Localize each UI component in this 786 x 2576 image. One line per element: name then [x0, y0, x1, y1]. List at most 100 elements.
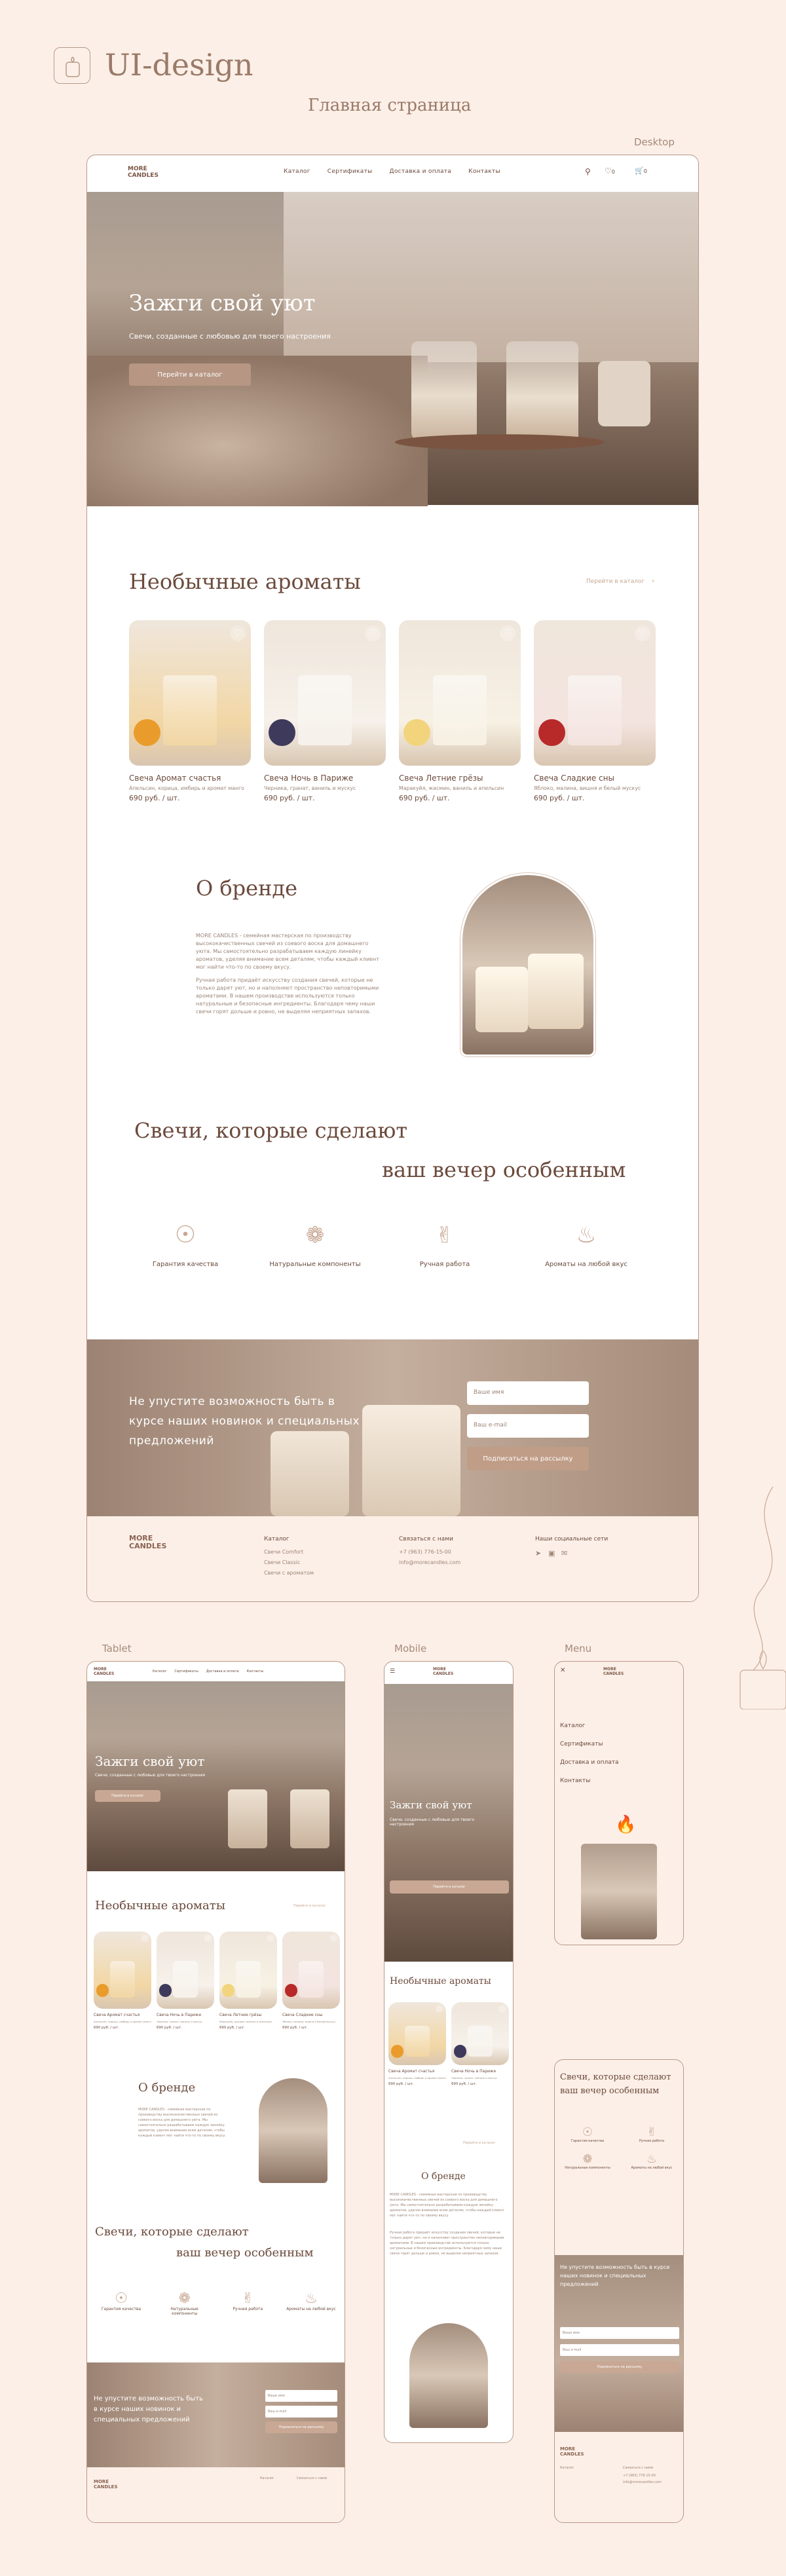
- tablet-nav-item[interactable]: Контакты: [247, 1670, 264, 1673]
- product-fruit: [403, 719, 431, 746]
- mobile-product-card[interactable]: ♡ Свеча Аромат счастья Апельсин, корица, и…: [388, 2002, 446, 2086]
- aromas-catalog-link[interactable]: Перейти в каталог: [586, 578, 645, 585]
- mobile-about-text: MORE CANDLES - семейная мастерская по пр…: [390, 2193, 504, 2218]
- tablet-logo[interactable]: MORE CANDLES: [94, 1667, 120, 1676]
- name-input[interactable]: Ваше имя: [467, 1381, 589, 1405]
- mobile-footer-phone[interactable]: +7 (963) 776-15-00: [623, 2474, 656, 2478]
- mail-icon[interactable]: ✉: [561, 1549, 567, 1558]
- mobile-product-image[interactable]: ♡: [388, 2002, 446, 2065]
- tablet-about-text: MORE CANDLES - семейная мастерская по пр…: [138, 2108, 227, 2138]
- nav-delivery[interactable]: Доставка и оплата: [390, 168, 452, 175]
- nav-certificates[interactable]: Сертификаты: [328, 168, 373, 175]
- product-image[interactable]: ♡: [264, 620, 386, 766]
- mobile-email-input[interactable]: Ваш e-mail: [560, 2344, 679, 2356]
- candle-sketch-decoration: [739, 1486, 786, 1709]
- heart-icon[interactable]: ♡: [230, 625, 246, 641]
- mobile-aromas-link[interactable]: Перейти в каталог: [463, 2141, 496, 2145]
- tablet-name-input[interactable]: Ваше имя: [265, 2390, 337, 2402]
- mobile-product-fruit: [390, 2045, 403, 2058]
- footer-phone[interactable]: +7 (963) 776-15-00: [399, 1549, 451, 1555]
- tablet-product-card[interactable]: ♡ Свеча Летние грёзы Маракуйя, жасмин, ван…: [219, 1932, 277, 2030]
- heart-icon[interactable]: ♡: [329, 1934, 337, 1942]
- hero-catalog-button[interactable]: Перейти в каталог: [129, 364, 251, 386]
- mobile-product-image[interactable]: ♡: [451, 2002, 509, 2065]
- product-candle: [433, 675, 487, 745]
- close-icon[interactable]: ✕: [560, 1667, 565, 1674]
- tablet-hero-button[interactable]: Перейти в каталог: [95, 1790, 160, 1802]
- mobile-footer-email[interactable]: info@morecandles.com: [623, 2480, 662, 2484]
- heart-icon[interactable]: ♡: [141, 1934, 149, 1942]
- cart-icon[interactable]: 🛒0: [635, 166, 647, 175]
- hamburger-icon[interactable]: ☰: [390, 1668, 395, 1675]
- tablet-product-card[interactable]: ♡ Свеча Сладкие сны Яблоко, малина, вишня …: [282, 1932, 340, 2030]
- tablet-product-image[interactable]: ♡: [219, 1932, 277, 2009]
- tablet-subscribe-button[interactable]: Подписаться на рассылку: [265, 2421, 337, 2433]
- footer-catalog-item[interactable]: Свечи Classic: [264, 1559, 300, 1565]
- tablet-product-image[interactable]: ♡: [157, 1932, 214, 2009]
- mobile-name-input[interactable]: Ваше имя: [560, 2327, 679, 2339]
- vk-icon[interactable]: ▣: [548, 1549, 555, 1558]
- heart-icon[interactable]: ♡: [267, 1934, 274, 1942]
- product-image[interactable]: ♡: [399, 620, 521, 766]
- tablet-product-image[interactable]: ♡: [94, 1932, 151, 2009]
- tablet-product-fruit: [159, 1984, 172, 1997]
- favorites-icon[interactable]: ♡0: [605, 166, 615, 176]
- product-card[interactable]: ♡ Свеча Сладкие сны Яблоко, малина, вишня …: [534, 620, 656, 802]
- mug: [598, 361, 650, 426]
- tablet-features: ☉ Гарантия качества ❁ Натуральные компонен…: [95, 2290, 337, 2316]
- menu-item-delivery[interactable]: Доставка и оплата: [560, 1753, 619, 1772]
- product-fruit: [538, 719, 566, 746]
- search-icon[interactable]: ⚲: [585, 167, 591, 176]
- heart-icon[interactable]: ♡: [635, 625, 650, 641]
- heart-icon[interactable]: ♡: [500, 625, 515, 641]
- product-card[interactable]: ♡ Свеча Ночь в Париже Черника, гранат, ван…: [264, 620, 386, 802]
- tablet-product-name: Свеча Сладкие сны: [282, 2013, 323, 2017]
- footer-logo[interactable]: MORE CANDLES: [129, 1535, 175, 1550]
- tablet-product-fruit: [96, 1984, 109, 1997]
- product-image[interactable]: ♡: [534, 620, 656, 766]
- menu-item-certificates[interactable]: Сертификаты: [560, 1735, 619, 1753]
- about-paragraph-1: MORE CANDLES - семейная мастерская по пр…: [196, 933, 379, 970]
- mobile-logo[interactable]: MORE CANDLES: [433, 1667, 462, 1676]
- tablet-product-image[interactable]: ♡: [282, 1932, 340, 2009]
- product-candle: [298, 675, 352, 745]
- menu-logo[interactable]: MORE CANDLES: [603, 1667, 632, 1676]
- heart-icon[interactable]: ♡: [436, 2005, 443, 2013]
- product-image[interactable]: ♡: [129, 620, 251, 766]
- footer-catalog-item[interactable]: Свечи Comfort: [264, 1549, 303, 1555]
- nav-catalog[interactable]: Каталог: [284, 168, 310, 175]
- heart-icon[interactable]: ♡: [498, 2005, 506, 2013]
- mobile-subscribe-button[interactable]: Подписаться на рассылку: [560, 2361, 679, 2373]
- footer-catalog-item[interactable]: Свечи с ароматом: [264, 1570, 314, 1576]
- footer-email[interactable]: info@morecandles.com: [399, 1559, 460, 1565]
- tablet-product-card[interactable]: ♡ Свеча Ночь в Париже Черника, гранат, ван…: [157, 1932, 214, 2030]
- tablet-product-price: 690 руб. / шт.: [219, 2026, 245, 2030]
- mobile-hero-button[interactable]: Перейти в каталог: [390, 1880, 509, 1894]
- telegram-icon[interactable]: ➤: [535, 1549, 541, 1558]
- tablet-nav-item[interactable]: Каталог: [153, 1670, 166, 1673]
- tablet-feature-label: Гарантия качества: [101, 2307, 141, 2311]
- heart-icon[interactable]: ♡: [204, 1934, 212, 1942]
- email-input[interactable]: Ваш e-mail: [467, 1414, 589, 1438]
- hands-icon: ✌: [242, 2290, 254, 2307]
- subscribe-button[interactable]: Подписаться на рассылку: [467, 1447, 589, 1470]
- tablet-email-input[interactable]: Ваш e-mail: [265, 2406, 337, 2417]
- tablet-aromas-link[interactable]: Перейти в каталог: [293, 1904, 326, 1908]
- mobile-footer-logo[interactable]: MORE CANDLES: [560, 2446, 586, 2457]
- product-card[interactable]: ♡ Свеча Аромат счастья Апельсин, корица, и…: [129, 620, 251, 802]
- mobile-product-card[interactable]: ♡ Свеча Ночь в Париже Черника, гранат, ван…: [451, 2002, 509, 2086]
- product-price: 690 руб. / шт.: [399, 794, 450, 802]
- product-card[interactable]: ♡ Свеча Летние грёзы Маракуйя, жасмин, ван…: [399, 620, 521, 802]
- tagline-line2: ваш вечер особенным: [382, 1157, 626, 1182]
- tablet-product-price: 690 руб. / шт.: [94, 2026, 119, 2030]
- tablet-nav-item[interactable]: Сертификаты: [174, 1670, 198, 1673]
- tablet-footer-logo[interactable]: MORE CANDLES: [94, 2479, 120, 2490]
- menu-item-catalog[interactable]: Каталог: [560, 1717, 619, 1735]
- tablet-nav-item[interactable]: Доставка и оплата: [206, 1670, 239, 1673]
- heart-icon[interactable]: ♡: [365, 625, 381, 641]
- tablet-product-card[interactable]: ♡ Свеча Аромат счастья Апельсин, корица, и…: [94, 1932, 151, 2030]
- mobile-feature-label: Ароматы на любой вкус: [631, 2166, 673, 2170]
- logo[interactable]: MORE CANDLES: [128, 166, 167, 179]
- nav-contacts[interactable]: Контакты: [468, 168, 500, 175]
- menu-item-contacts[interactable]: Контакты: [560, 1772, 619, 1790]
